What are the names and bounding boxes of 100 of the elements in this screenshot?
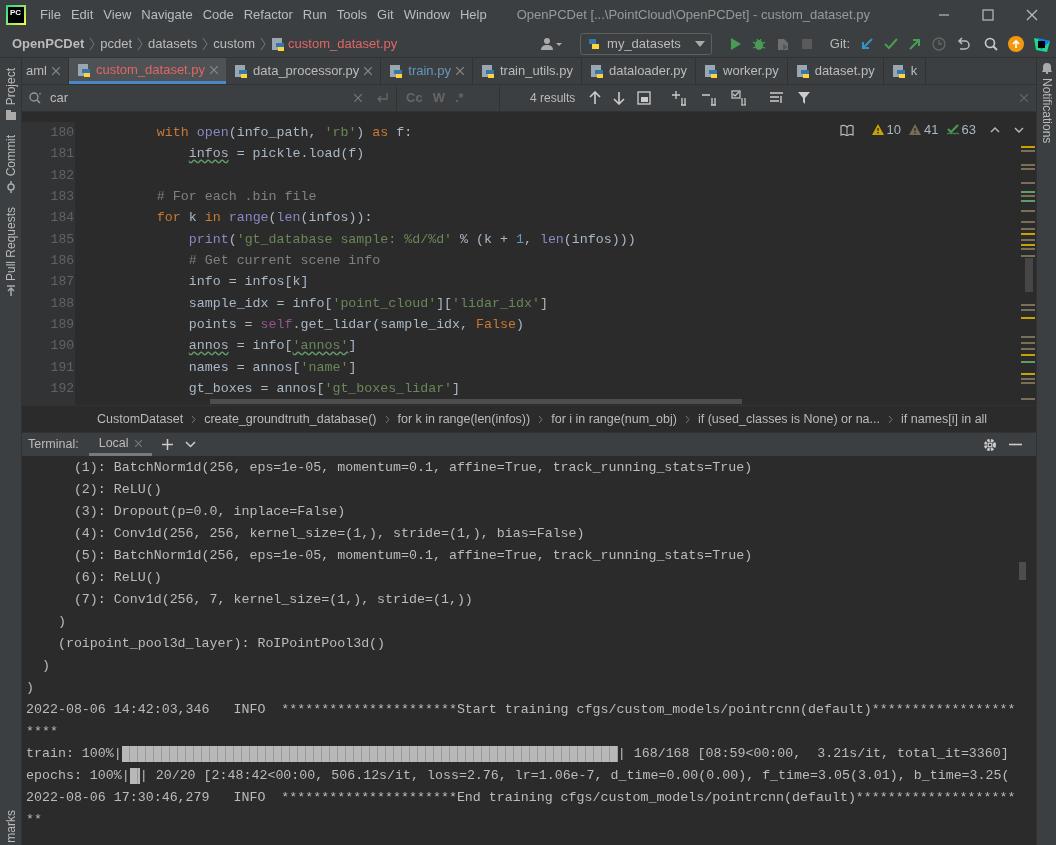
python-file-icon	[271, 36, 286, 51]
close-icon[interactable]	[1026, 9, 1038, 21]
editor-tab[interactable]: train.py	[381, 58, 473, 84]
terminal-line: (4): Conv1d(256, 256, kernel_size=(1,), stride=(1,), bias=False)	[72, 525, 585, 543]
code-line: gt_boxes = annos['gt_boxes_lidar']	[187, 379, 461, 398]
chevron-icon	[260, 36, 267, 51]
code-line: # For each .bin file	[155, 188, 317, 206]
code-line: with open(info_path, 'rb') as f:	[155, 124, 413, 142]
tool-window-tab[interactable]: Pull Requests	[1, 206, 20, 281]
close-icon[interactable]	[455, 67, 464, 75]
path-item[interactable]: OpenPCDet	[12, 33, 85, 54]
editor-tab[interactable]: dataloader.py	[581, 58, 696, 84]
close-icon[interactable]	[134, 439, 142, 447]
folder-icon[interactable]	[4, 109, 17, 122]
commit-icon[interactable]	[4, 180, 17, 193]
scrollbar-thumb[interactable]	[210, 399, 742, 404]
menu-item[interactable]: Window	[403, 5, 450, 25]
filter-lines-icon[interactable]	[769, 91, 786, 105]
git-label: Git:	[829, 34, 850, 53]
editor-tab[interactable]: train_utils.py	[472, 58, 582, 84]
breadcrumb-item[interactable]: for k in range(len(infos))	[397, 409, 531, 429]
close-icon[interactable]	[364, 67, 373, 75]
toolbox-icon[interactable]	[1034, 35, 1050, 52]
menu-item[interactable]: Edit	[70, 5, 94, 25]
down-chevron-icon[interactable]	[1014, 126, 1024, 133]
inspection-counter[interactable]: 63	[946, 120, 976, 140]
breadcrumb-item[interactable]: CustomDataset	[97, 409, 184, 429]
chevron-icon	[538, 414, 544, 424]
menu-item[interactable]: File	[40, 5, 61, 25]
path-item[interactable]: datasets	[148, 33, 198, 54]
editor-tab[interactable]: data_processor.py	[226, 58, 382, 84]
plus-icon[interactable]	[161, 439, 173, 450]
inspection-counter[interactable]: 10	[871, 120, 902, 140]
scrollbar-thumb[interactable]	[1025, 258, 1033, 292]
chevron-icon	[684, 414, 690, 424]
user-dropdown-icon[interactable]	[540, 36, 563, 51]
python-file-icon	[891, 64, 906, 78]
chevron-icon	[888, 414, 893, 424]
down-arrow-icon[interactable]	[613, 91, 626, 105]
terminal-line: **	[26, 811, 42, 829]
path-item[interactable]: custom	[213, 33, 256, 54]
python-file-icon	[589, 64, 604, 78]
update-badge-icon[interactable]	[1008, 35, 1024, 52]
tool-window-tab[interactable]: marks	[1, 810, 20, 843]
menu-item[interactable]: Git	[377, 5, 394, 25]
window-icon[interactable]	[637, 91, 652, 105]
bell-icon[interactable]	[1040, 62, 1053, 74]
editor-tab[interactable]: k	[883, 58, 927, 84]
update-arrow-icon[interactable]	[860, 36, 874, 51]
terminal-line: 2022-08-06 14:42:03,346 INFO **********************Start training cfgs/custom_models/pointrcnn(default)******************	[26, 701, 1016, 719]
menu-item[interactable]: Tools	[336, 5, 368, 25]
settings-icon[interactable]	[983, 437, 997, 452]
check-icon[interactable]	[884, 36, 898, 51]
clear-icon[interactable]	[354, 94, 362, 102]
path-item[interactable]: custom_dataset.py	[288, 33, 398, 54]
run-config-dropdown[interactable]: my_datasets	[580, 32, 712, 55]
pull-request-icon[interactable]	[4, 284, 17, 297]
app-logo: PC	[6, 5, 26, 25]
chevron-icon	[137, 36, 144, 51]
undo-icon[interactable]	[956, 36, 970, 51]
code-line: annos = info['annos']	[187, 337, 357, 356]
editor-tab[interactable]: dataset.py	[787, 58, 884, 84]
python-icon	[587, 36, 602, 51]
caret-icon[interactable]	[184, 441, 196, 448]
search-icon	[28, 91, 42, 105]
up-chevron-icon[interactable]	[990, 126, 1000, 133]
minimize-icon[interactable]	[1009, 443, 1022, 446]
window-title: OpenPCDet [...\PointCloud\OpenPCDet] - custom_dataset.py	[516, 6, 871, 25]
chevron-icon	[202, 36, 209, 51]
bug-icon[interactable]	[751, 36, 766, 51]
menu-item[interactable]: Refactor	[243, 5, 293, 25]
menu-item[interactable]: Help	[459, 5, 487, 25]
menu-item[interactable]: View	[103, 5, 132, 25]
terminal-line: (6): ReLU()	[72, 569, 162, 587]
editor-tab[interactable]: aml	[22, 58, 69, 84]
scrollbar-thumb[interactable]	[1019, 562, 1026, 580]
tool-window-tab[interactable]: Commit	[1, 135, 20, 177]
menu-item[interactable]: Run	[302, 5, 327, 25]
push-arrow-icon[interactable]	[908, 36, 922, 51]
code-line: infos = pickle.load(f)	[187, 145, 365, 164]
up-arrow-icon[interactable]	[589, 91, 602, 105]
filter-icon[interactable]	[797, 91, 812, 105]
close-icon[interactable]	[51, 67, 60, 75]
breadcrumb-item[interactable]: create_groundtruth_database()	[204, 409, 377, 429]
reader-mode-icon[interactable]	[839, 123, 854, 136]
breadcrumb-item[interactable]: for i in range(num_obj)	[551, 409, 677, 429]
menu-item[interactable]: Code	[202, 5, 234, 25]
breadcrumb-item[interactable]: if (used_classes is None) or na...	[697, 409, 880, 429]
maximize-icon[interactable]	[982, 9, 994, 21]
terminal-line: ****	[26, 723, 58, 741]
breadcrumb-item[interactable]: if names[i] in all	[901, 409, 988, 429]
menu-item[interactable]: Navigate	[141, 5, 193, 25]
tool-window-tab[interactable]: Notifications	[1037, 78, 1056, 144]
search-icon[interactable]	[984, 36, 998, 51]
search-field[interactable]: car	[22, 85, 397, 111]
tool-window-tab[interactable]: Project	[1, 68, 20, 106]
path-item[interactable]: pcdet	[100, 33, 133, 54]
inspection-counter[interactable]: 41	[909, 120, 939, 140]
editor-tab[interactable]: worker.py	[696, 58, 788, 84]
python-file-icon	[389, 64, 404, 78]
